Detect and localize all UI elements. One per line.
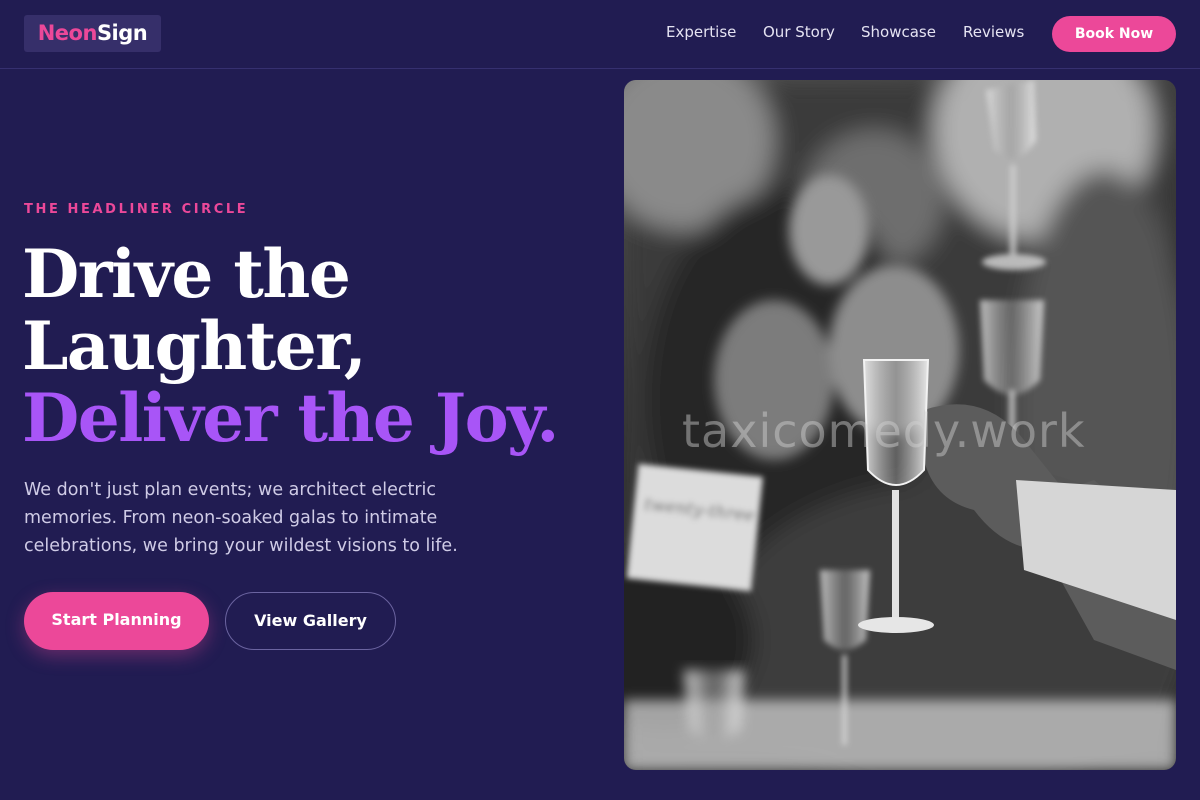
page: NeonSign Expertise Our Story Showcase Re… <box>0 0 1200 800</box>
headline-line-1: Drive the <box>22 235 351 313</box>
headline-line-2: Laughter, <box>22 307 367 385</box>
nav-link-reviews[interactable]: Reviews <box>963 23 1024 41</box>
nav-link-expertise[interactable]: Expertise <box>666 23 736 41</box>
nav-link-our-story[interactable]: Our Story <box>763 23 835 41</box>
start-planning-button[interactable]: Start Planning <box>24 592 209 650</box>
brand-logo[interactable]: NeonSign <box>24 15 161 52</box>
hero-description: We don't just plan events; we architect … <box>24 480 458 556</box>
nav-link-showcase[interactable]: Showcase <box>861 23 936 41</box>
site-header: NeonSign Expertise Our Story Showcase Re… <box>0 0 1200 69</box>
hero-eyebrow: THE HEADLINER CIRCLE <box>24 202 249 217</box>
brand-name-part1: Neon <box>37 21 98 45</box>
book-now-button[interactable]: Book Now <box>1052 16 1176 52</box>
view-gallery-button[interactable]: View Gallery <box>225 592 396 650</box>
brand-name-part2: Sign <box>96 21 148 45</box>
hero-headline: Drive the Laughter, Deliver the Joy. <box>22 238 602 454</box>
image-watermark: taxicomedy.work <box>682 404 1086 458</box>
headline-accent: Deliver the Joy. <box>22 379 559 457</box>
